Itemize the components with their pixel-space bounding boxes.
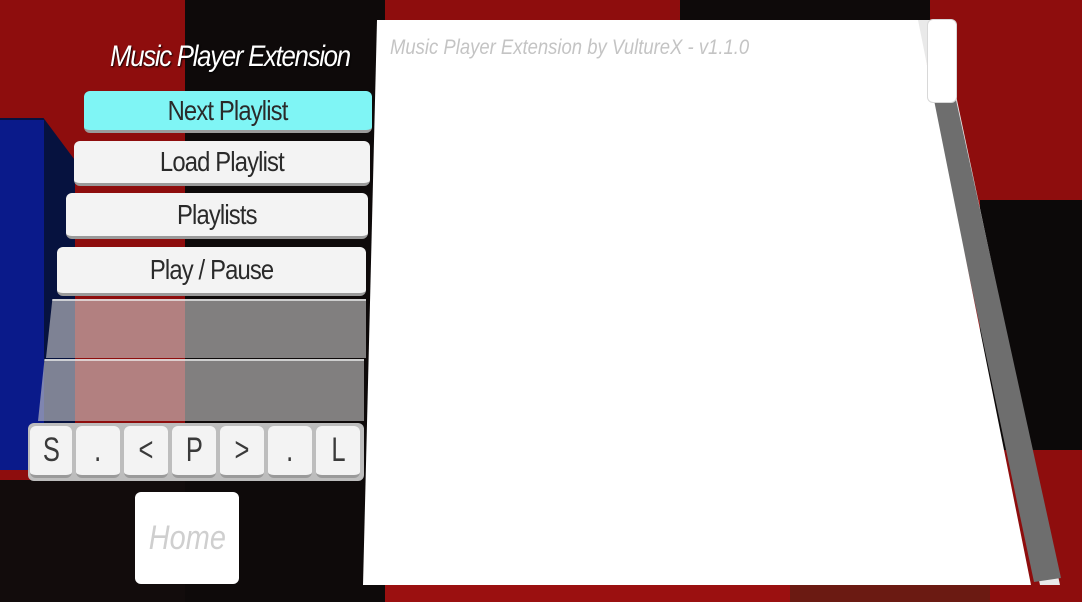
home-button[interactable]: Home xyxy=(135,492,239,584)
previous-button[interactable]: < xyxy=(124,426,168,478)
key-label: L xyxy=(330,431,346,469)
load-playlist-button[interactable]: Load Playlist xyxy=(74,141,370,186)
playlists-label: Playlists xyxy=(177,198,257,230)
vr-scene: Music Player Extension Next Playlist Loa… xyxy=(0,0,1082,602)
play-pause-button[interactable]: Play / Pause xyxy=(57,247,366,296)
playlists-button[interactable]: Playlists xyxy=(66,193,368,239)
menu-title: Music Player Extension xyxy=(110,40,351,73)
chevron-left-icon: < xyxy=(138,431,154,469)
key-label: . xyxy=(94,431,102,469)
key-label: . xyxy=(286,431,294,469)
key-s-button[interactable]: S xyxy=(30,426,72,478)
key-p-button[interactable]: P xyxy=(172,426,216,478)
key-dot-button[interactable]: . xyxy=(268,426,312,478)
chevron-right-icon: > xyxy=(234,431,250,469)
next-playlist-button[interactable]: Next Playlist xyxy=(84,91,372,133)
blue-cube xyxy=(0,120,44,470)
scrollbar-thumb[interactable] xyxy=(928,20,956,102)
key-l-button[interactable]: L xyxy=(316,426,360,478)
play-pause-label: Play / Pause xyxy=(149,254,274,285)
empty-menu-slot xyxy=(38,359,364,421)
next-playlist-label: Next Playlist xyxy=(168,94,289,126)
next-button[interactable]: > xyxy=(220,426,264,478)
panel-header: Music Player Extension by VultureX - v1.… xyxy=(390,36,750,59)
key-label: S xyxy=(42,431,60,469)
load-playlist-label: Load Playlist xyxy=(160,146,285,177)
home-label: Home xyxy=(148,518,226,557)
empty-menu-slot xyxy=(46,299,366,358)
key-dot-button[interactable]: . xyxy=(76,426,120,478)
key-label: P xyxy=(185,431,203,469)
